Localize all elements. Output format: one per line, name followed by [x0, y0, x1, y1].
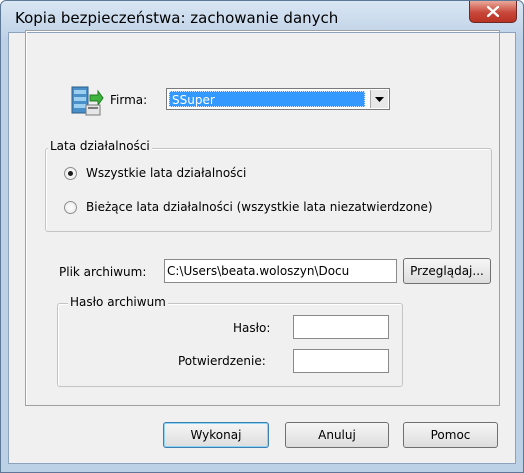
database-archive-icon: [70, 86, 104, 119]
years-groupbox: [45, 148, 492, 232]
password-field[interactable]: [293, 315, 389, 339]
radio-current-years[interactable]: [64, 201, 77, 214]
help-button[interactable]: Pomoc: [403, 422, 498, 448]
company-select-button[interactable]: [370, 90, 388, 108]
cancel-button[interactable]: Anuluj: [285, 422, 389, 448]
password-group-title: Hasło archiwum: [68, 295, 168, 309]
radio-current-years-label[interactable]: Bieżące lata działalności (wszystkie lat…: [86, 200, 433, 214]
years-group-title: Lata działalności: [48, 139, 152, 153]
archive-file-label: Plik archiwum:: [59, 265, 147, 279]
company-select-value: SSuper: [169, 91, 365, 107]
close-icon: [487, 6, 499, 17]
archive-file-input[interactable]: C:\Users\beata.woloszyn\Docu: [164, 259, 397, 283]
close-button[interactable]: [469, 1, 517, 23]
execute-button[interactable]: Wykonaj: [163, 422, 269, 448]
window-title: Kopia bezpieczeństwa: zachowanie danych: [15, 9, 339, 27]
company-label: Firma:: [110, 93, 148, 107]
browse-button[interactable]: Przeglądaj...: [403, 258, 491, 284]
password-label: Hasło:: [233, 321, 271, 335]
chevron-down-icon: [375, 97, 384, 102]
confirm-password-label: Potwierdzenie:: [178, 354, 266, 368]
radio-all-years-label[interactable]: Wszystkie lata działalności: [86, 166, 246, 180]
radio-all-years[interactable]: [64, 167, 77, 180]
title-bar[interactable]: Kopia bezpieczeństwa: zachowanie danych: [1, 1, 523, 33]
confirm-password-field[interactable]: [293, 349, 389, 373]
company-select[interactable]: SSuper: [166, 88, 390, 110]
